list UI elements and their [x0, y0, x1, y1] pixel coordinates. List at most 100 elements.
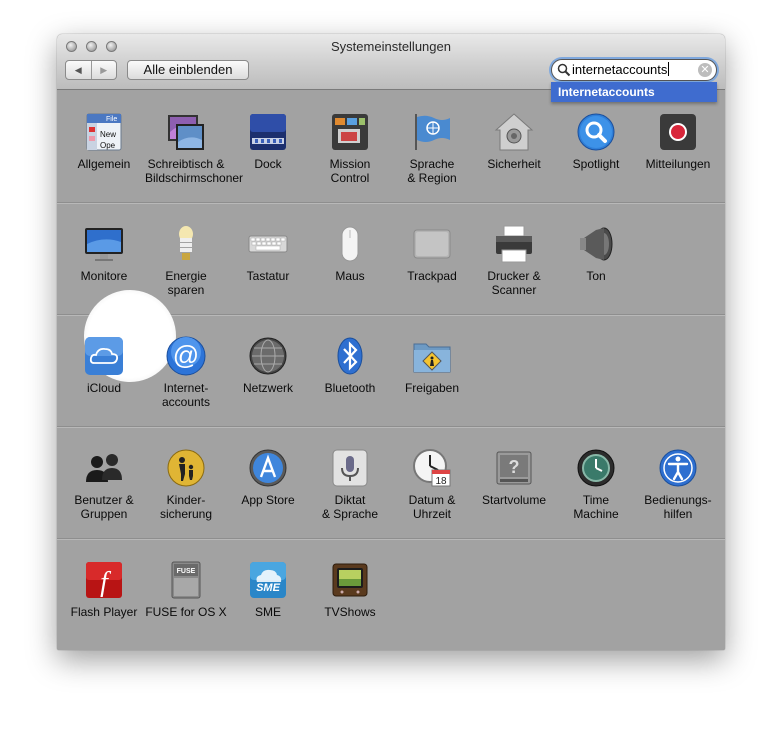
pane-users-groups[interactable]: Benutzer & Gruppen: [63, 448, 145, 521]
pane-app-store[interactable]: App Store: [227, 448, 309, 507]
pane-label-line2: Machine: [573, 507, 619, 521]
pane-date-time[interactable]: 18 Datum & Uhrzeit: [391, 448, 473, 521]
pane-parental-controls[interactable]: Kinder-sicherung: [145, 448, 227, 521]
pane-label-line1: App Store: [241, 493, 295, 507]
pane-label-line1: FUSE for OS X: [145, 605, 227, 619]
pane-network[interactable]: Netzwerk: [227, 336, 309, 395]
pane-printers-scanners[interactable]: Drucker & Scanner: [473, 224, 555, 297]
pane-label-line1: Flash Player: [70, 605, 138, 619]
pane-label-line1: Tastatur: [246, 269, 290, 283]
pane-label-line1: Sicherheit: [487, 157, 541, 171]
desktop-screensaver-icon: [166, 112, 206, 152]
pane-energy-saver[interactable]: Energie sparen: [145, 224, 227, 297]
pane-label-line2: Uhrzeit: [412, 507, 451, 521]
forward-button[interactable]: ▶: [90, 61, 117, 79]
pane-label-line1: Benutzer &: [74, 493, 134, 507]
tvshows-icon: [330, 560, 370, 600]
displays-icon: [84, 224, 124, 264]
pane-bluetooth[interactable]: Bluetooth: [309, 336, 391, 395]
pane-label-line1: iCloud: [86, 381, 122, 395]
pane-mission-control[interactable]: Mission Control: [309, 112, 391, 185]
at-sign: @: [173, 340, 199, 370]
pane-label-line2: sparen: [167, 283, 205, 297]
text-caret: [668, 62, 670, 76]
pane-label-line1: Schreibtisch &: [147, 157, 225, 171]
general-icon-new: New: [100, 130, 116, 139]
mouse-icon: [330, 224, 370, 264]
pane-language-region[interactable]: Sprache & Region: [391, 112, 473, 185]
dictation-icon: [330, 448, 370, 488]
pane-spotlight[interactable]: Spotlight: [555, 112, 637, 171]
pane-label-line1: Internet-: [163, 381, 209, 395]
pane-security[interactable]: Sicherheit: [473, 112, 555, 171]
pane-flash-player[interactable]: f Flash Player: [63, 560, 145, 619]
startup-disk-icon: ?: [494, 448, 534, 488]
pane-internet-accounts[interactable]: @ Internet-accounts: [145, 336, 227, 409]
keyboard-icon: [248, 224, 288, 264]
pane-label-line1: Maus: [335, 269, 365, 283]
general-icon-file: File: [106, 116, 117, 123]
search-icon: [557, 63, 571, 77]
pane-label-line2: Scanner: [491, 283, 537, 297]
pane-label-line1: Startvolume: [481, 493, 547, 507]
pane-label-line1: Sprache: [409, 157, 455, 171]
energy-saver-icon: [166, 224, 206, 264]
show-all-button[interactable]: Alle einblenden: [127, 60, 249, 80]
pane-general[interactable]: File New Ope Allgemein: [63, 112, 145, 171]
pane-label-line2: & Region: [407, 171, 457, 185]
pane-label-line1: Bluetooth: [324, 381, 376, 395]
pane-label-line1: Dock: [254, 157, 282, 171]
printer-icon: [494, 224, 534, 264]
pane-mouse[interactable]: Maus: [309, 224, 391, 283]
pane-label-line1: Diktat: [334, 493, 366, 507]
pane-label-line1: Ton: [586, 269, 606, 283]
pane-icloud[interactable]: iCloud: [63, 336, 145, 395]
time-machine-icon: [576, 448, 616, 488]
clear-search-icon[interactable]: ✕: [698, 63, 712, 77]
pane-sound[interactable]: Ton: [555, 224, 637, 283]
pane-dock[interactable]: Dock: [227, 112, 309, 171]
trackpad-icon: [412, 224, 452, 264]
pane-label-line1: Mitteilungen: [645, 157, 711, 171]
fuse-text: FUSE: [177, 568, 196, 575]
general-icon-open: Ope: [100, 141, 116, 150]
pane-fuse[interactable]: FUSE FUSE for OS X: [145, 560, 227, 619]
bluetooth-icon: [330, 336, 370, 376]
pane-time-machine[interactable]: Time Machine: [555, 448, 637, 521]
pane-label-line2: Gruppen: [80, 507, 128, 521]
pane-label-line1: Freigaben: [404, 381, 460, 395]
pane-label-line1: Kinder-: [166, 493, 206, 507]
fuse-icon: FUSE: [166, 560, 206, 600]
pane-label-line1: Time: [582, 493, 610, 507]
sharing-icon: [412, 336, 452, 376]
search-input-text[interactable]: internetaccounts: [572, 62, 667, 77]
mission-control-icon: [330, 112, 370, 152]
pane-label-line2: & Sprache: [321, 507, 379, 521]
date-time-icon: 18: [412, 448, 452, 488]
pane-trackpad[interactable]: Trackpad: [391, 224, 473, 283]
pane-label-line1: Netzwerk: [242, 381, 293, 395]
pane-label-line2: Control: [330, 171, 370, 185]
spotlight-icon: [576, 112, 616, 152]
users-groups-icon: [84, 448, 124, 488]
pane-accessibility[interactable]: Bedienungs-hilfen: [637, 448, 719, 521]
pane-sharing[interactable]: Freigaben: [391, 336, 473, 395]
pane-sme[interactable]: SME SME: [227, 560, 309, 619]
pane-label-line2: hilfen: [663, 507, 693, 521]
flash-player-icon: f: [84, 560, 124, 600]
pane-dictation-speech[interactable]: Diktat & Sprache: [309, 448, 391, 521]
sound-icon: [576, 224, 616, 264]
icloud-icon: [84, 336, 124, 376]
pane-displays[interactable]: Monitore: [63, 224, 145, 283]
pane-desktop-screensaver[interactable]: Schreibtisch & Bildschirmschoner: [145, 112, 243, 185]
search-field[interactable]: internetaccounts ✕: [551, 59, 717, 81]
pane-tvshows[interactable]: TVShows: [309, 560, 391, 619]
pane-notifications[interactable]: Mitteilungen: [637, 112, 719, 171]
pane-label-line1: SME: [254, 605, 281, 619]
sme-icon: SME: [248, 560, 288, 600]
sme-text: SME: [256, 582, 281, 594]
back-button[interactable]: ◀: [66, 61, 91, 79]
pane-keyboard[interactable]: Tastatur: [227, 224, 309, 283]
pane-label-line1: Allgemein: [77, 157, 131, 171]
pane-startup-disk[interactable]: ? Startvolume: [473, 448, 555, 507]
